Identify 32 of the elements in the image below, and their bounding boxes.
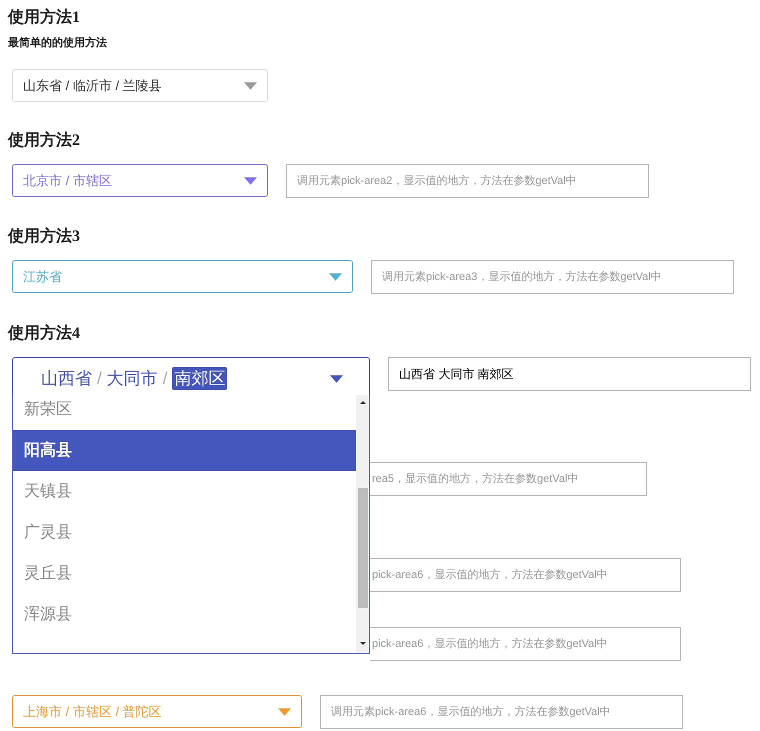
dropdown-option[interactable]: 浑源县 (13, 594, 356, 635)
dropdown-option[interactable]: 天镇县 (13, 471, 356, 512)
section-heading: 使用方法2 (8, 131, 81, 151)
separator-text: / (97, 368, 102, 388)
input-field[interactable]: 调用元素pick-area2，显示值的地方，方法在参数getVal中 (286, 164, 649, 198)
section-heading: 使用方法1 (8, 8, 81, 28)
input-field[interactable]: pick-area6，显示值的地方，方法在参数getVal中 (370, 627, 681, 661)
picker-part: 山西省 (41, 368, 92, 390)
dropdown-option[interactable]: 广灵县 (13, 512, 356, 553)
input-field[interactable]: pick-area6，显示值的地方，方法在参数getVal中 (370, 558, 681, 592)
input-field[interactable]: rea5，显示值的地方，方法在参数getVal中 (370, 462, 647, 496)
section-heading: 使用方法4 (8, 324, 81, 344)
separator-text: / (162, 368, 168, 388)
caret-icon (278, 708, 291, 716)
caret-icon (329, 272, 342, 280)
area-picker[interactable]: 山东省 / 临沂市 / 兰陵县 (12, 69, 268, 102)
section-heading: 使用方法3 (8, 227, 81, 247)
section-description: 最简单的的使用方法 (8, 36, 108, 51)
area-picker[interactable]: 上海市 / 市辖区 / 普陀区 (12, 695, 302, 728)
scroll-bar[interactable] (356, 395, 369, 653)
area-picker[interactable]: 江苏省 (12, 260, 353, 293)
caret-icon (330, 374, 343, 382)
picker-part: 南郊区 (172, 367, 228, 390)
input-field[interactable]: 调用元素pick-area6，显示值的地方，方法在参数getVal中 (320, 695, 683, 729)
caret-icon (244, 176, 257, 184)
caret-icon (244, 82, 257, 90)
picker-part: 大同市 (106, 368, 158, 390)
input-field[interactable]: 山西省 大同市 南郊区 (388, 357, 751, 391)
dropdown-option[interactable]: 灵丘县 (13, 553, 356, 594)
input-field[interactable]: 调用元素pick-area3，显示值的地方，方法在参数getVal中 (371, 260, 734, 294)
dropdown-option[interactable]: 阳高县 (13, 430, 356, 471)
area-picker[interactable]: 北京市 / 市辖区 (12, 164, 268, 197)
